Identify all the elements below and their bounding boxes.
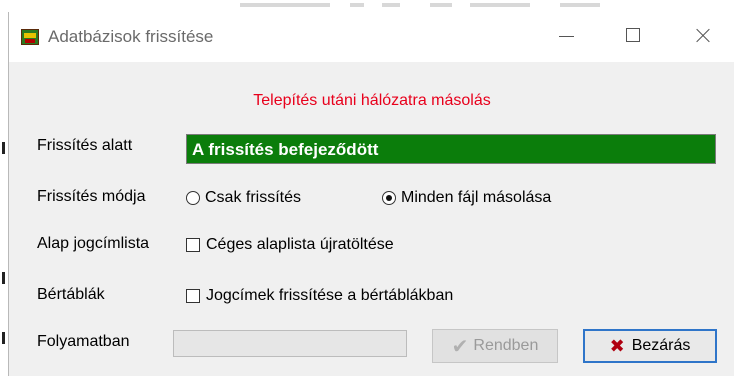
update-status-field: A frissítés befejeződött [186,134,716,164]
close-button-label: Bezárás [631,337,691,354]
ok-button-label: Rendben [473,337,539,354]
check-icon: ✔ [451,334,469,358]
x-icon: ✖ [609,335,625,357]
checkbox-reload-base-list[interactable]: Céges alaplista újratöltése [186,236,394,254]
radio-only-update[interactable]: Csak frissítés [186,189,301,207]
title-bar[interactable]: Adatbázisok frissítése [9,12,734,62]
progress-label: Folyamatban [37,333,130,350]
dialog-window: Adatbázisok frissítése Telepítés utáni h… [8,12,734,376]
mode-label: Frissítés módja [37,188,146,205]
radio-copy-all-label: Minden fájl másolása [401,189,552,206]
radio-copy-all[interactable]: Minden fájl másolása [382,189,551,207]
checkbox-reload-base-list-box[interactable] [186,238,200,252]
app-icon [21,29,39,45]
window-title: Adatbázisok frissítése [48,27,214,46]
base-list-label: Alap jogcímlista [37,235,150,252]
progress-bar [173,330,407,357]
background-strip [0,0,734,12]
close-button[interactable]: ✖ Bezárás [583,329,717,363]
background-edge [0,12,8,376]
checkbox-reload-base-list-label: Céges alaplista újratöltése [206,236,394,253]
maximize-button[interactable] [611,12,657,62]
radio-only-update-indicator[interactable] [186,191,200,205]
radio-only-update-label: Csak frissítés [205,189,302,206]
dialog-subtitle: Telepítés utáni hálózatra másolás [253,92,491,109]
wage-tables-label: Bértáblák [37,286,105,303]
radio-copy-all-indicator[interactable] [382,191,396,205]
update-label: Frissítés alatt [37,137,133,154]
ok-button[interactable]: ✔ Rendben [432,329,558,363]
checkbox-update-wage-tables[interactable]: Jogcímek frissítése a bértáblákban [186,287,453,305]
minimize-button[interactable] [543,12,589,62]
checkbox-update-wage-tables-label: Jogcímek frissítése a bértáblákban [206,287,454,304]
checkbox-update-wage-tables-box[interactable] [186,289,200,303]
close-window-button[interactable] [679,12,725,62]
